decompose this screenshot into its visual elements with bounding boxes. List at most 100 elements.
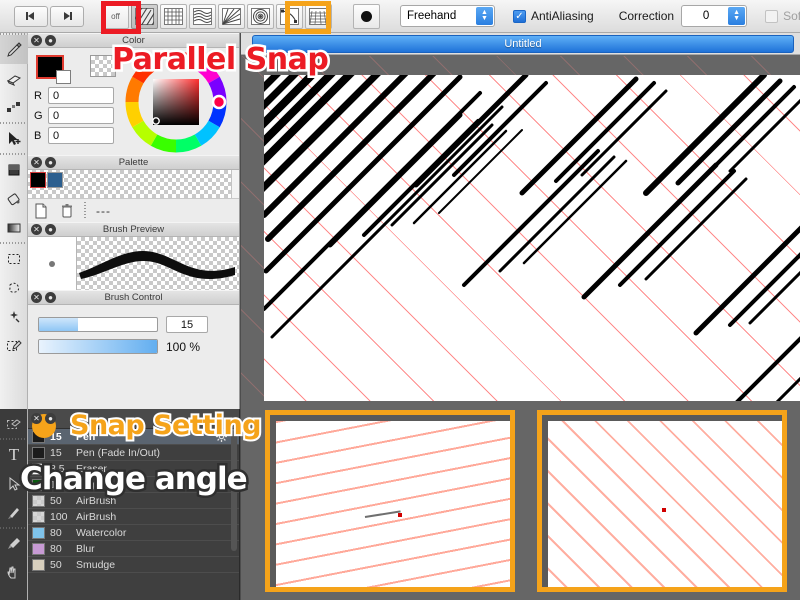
brush-row-airbrush-100[interactable]: 100 AirBrush — [28, 509, 239, 525]
brush-opacity-slider[interactable] — [38, 339, 158, 354]
lasso-select-tool[interactable] — [0, 273, 28, 302]
shallow-cursor-point — [398, 513, 402, 517]
rgb-row-b: B 0 — [34, 127, 128, 144]
brush-size: 80 — [50, 526, 62, 539]
brush-size-value[interactable]: 15 — [166, 316, 208, 333]
select-pen-tool[interactable] — [0, 331, 28, 360]
grid-icon — [164, 7, 183, 25]
brush-size: 80 — [50, 542, 62, 555]
soft-edge-checkbox[interactable] — [765, 9, 779, 23]
annotation-change-angle: Change angle — [18, 459, 251, 500]
knife-icon — [8, 507, 19, 519]
close-icon-2[interactable]: ✕ — [31, 157, 42, 168]
thumb-top-edge — [270, 415, 510, 421]
correction-select[interactable]: 0 ▲ ▼ — [681, 5, 748, 27]
snap-setting-group — [346, 0, 387, 33]
draw-mode-select[interactable]: Freehand ▲ ▼ — [400, 5, 495, 27]
brush-opacity-slider-fill — [39, 340, 157, 353]
brush-size: 100 — [50, 510, 68, 523]
background-color-swatch[interactable] — [56, 70, 71, 84]
radial-lines-icon — [222, 7, 241, 25]
chevron-updown-icon-2[interactable]: ▲ ▼ — [728, 7, 746, 25]
shallow-angle-preview[interactable] — [265, 410, 515, 592]
r-input[interactable]: 0 — [48, 87, 114, 104]
nav-next-button[interactable] — [50, 5, 84, 27]
document-tab[interactable]: Untitled — [252, 35, 794, 53]
rgb-row-r: R 0 — [34, 87, 128, 104]
collapse-icon-3[interactable]: ● — [45, 224, 56, 235]
knife-tool[interactable] — [0, 498, 28, 527]
brush-name: Watercolor — [76, 526, 127, 539]
antialiasing-checkbox[interactable]: ✓ — [513, 9, 526, 23]
document-tab-label: Untitled — [504, 38, 542, 50]
diagonal-angle-canvas — [542, 415, 782, 587]
collapse-icon-5[interactable]: ● — [45, 413, 56, 424]
gradient-tool[interactable] — [0, 213, 28, 242]
brush-control-title: Brush Control — [104, 292, 163, 303]
collapse-icon-4[interactable]: ● — [45, 292, 56, 303]
hand-icon — [7, 566, 16, 578]
soft-edge-label: Soft Edge — [783, 9, 800, 23]
palette-swatch-0[interactable] — [30, 172, 46, 188]
nav-prev-button[interactable] — [14, 5, 48, 27]
brush-control-header: ✕ ● Brush Control — [28, 290, 239, 305]
b-input[interactable]: 0 — [48, 127, 114, 144]
filled-circle-icon — [361, 10, 372, 22]
brush-row-pen-fade[interactable]: 15 Pen (Fade In/Out) — [28, 445, 239, 461]
palette-scrollbar[interactable] — [231, 170, 239, 198]
pen-tool[interactable] — [0, 35, 28, 64]
magic-wand-tool[interactable] — [0, 302, 28, 331]
brush-stroke-icon — [79, 251, 235, 280]
palette-delete-button[interactable] — [54, 200, 80, 222]
rect-select-tool[interactable] — [0, 244, 28, 273]
curve-snap-button[interactable] — [189, 3, 216, 29]
rect-marquee-icon — [8, 253, 20, 264]
concentric-circles-icon — [251, 7, 270, 25]
fill-tool[interactable] — [0, 155, 28, 184]
eyedropper-tool[interactable] — [0, 529, 28, 558]
hand-tool[interactable] — [0, 558, 28, 587]
collapse-icon[interactable]: ● — [45, 35, 56, 46]
shallow-angle-guides — [270, 415, 510, 587]
parallel-snap-highlight — [101, 1, 141, 34]
palette-swatch-1[interactable] — [47, 172, 63, 188]
palette-new-button[interactable] — [28, 200, 54, 222]
annotation-parallel-snap: Parallel Snap — [109, 40, 331, 80]
palette-divider — [84, 201, 86, 220]
close-icon-4[interactable]: ✕ — [31, 292, 42, 303]
document-canvas[interactable] — [264, 75, 800, 401]
palette-panel-title: Palette — [118, 157, 149, 168]
concentric-circle-snap-button[interactable] — [247, 3, 274, 29]
brush-name: Smudge — [76, 558, 116, 571]
chevron-updown-icon[interactable]: ▲ ▼ — [476, 7, 493, 25]
move-tool[interactable] — [0, 124, 28, 153]
nav-group — [8, 0, 90, 33]
select-eraser-tool[interactable] — [0, 409, 28, 438]
diagonal-angle-preview[interactable] — [537, 410, 787, 592]
palette-toolbar: --- — [28, 198, 239, 222]
brush-row-blur[interactable]: 80 Blur — [28, 541, 239, 557]
eraser-tool[interactable] — [0, 64, 28, 93]
g-input[interactable]: 0 — [48, 107, 114, 124]
collapse-icon-2[interactable]: ● — [45, 157, 56, 168]
brush-row-smudge[interactable]: 50 Smudge — [28, 557, 239, 573]
brush-control-body: 15 100 % — [28, 305, 239, 416]
close-icon-5[interactable]: ✕ — [31, 413, 42, 424]
brush-preview-header: ✕ ● Brush Preview — [28, 222, 239, 237]
brush-row-watercolor[interactable]: 80 Watercolor — [28, 525, 239, 541]
canvas-viewport[interactable] — [241, 56, 800, 401]
bucket-tool[interactable] — [0, 184, 28, 213]
close-icon-3[interactable]: ✕ — [31, 224, 42, 235]
snap-setting-button[interactable] — [353, 3, 380, 29]
close-icon[interactable]: ✕ — [31, 35, 42, 46]
brush-size: 15 — [50, 446, 62, 459]
brush-preview-title: Brush Preview — [102, 224, 165, 235]
blur-tool[interactable] — [0, 93, 28, 122]
brush-opacity-value: 100 % — [166, 339, 201, 354]
grid-snap-button[interactable] — [160, 3, 187, 29]
brush-size-row: 15 — [38, 316, 232, 333]
radial-snap-button[interactable] — [218, 3, 245, 29]
brush-size-slider[interactable] — [38, 317, 158, 332]
brush-swatch — [32, 542, 45, 555]
palette-swatch-strip[interactable] — [28, 170, 239, 198]
